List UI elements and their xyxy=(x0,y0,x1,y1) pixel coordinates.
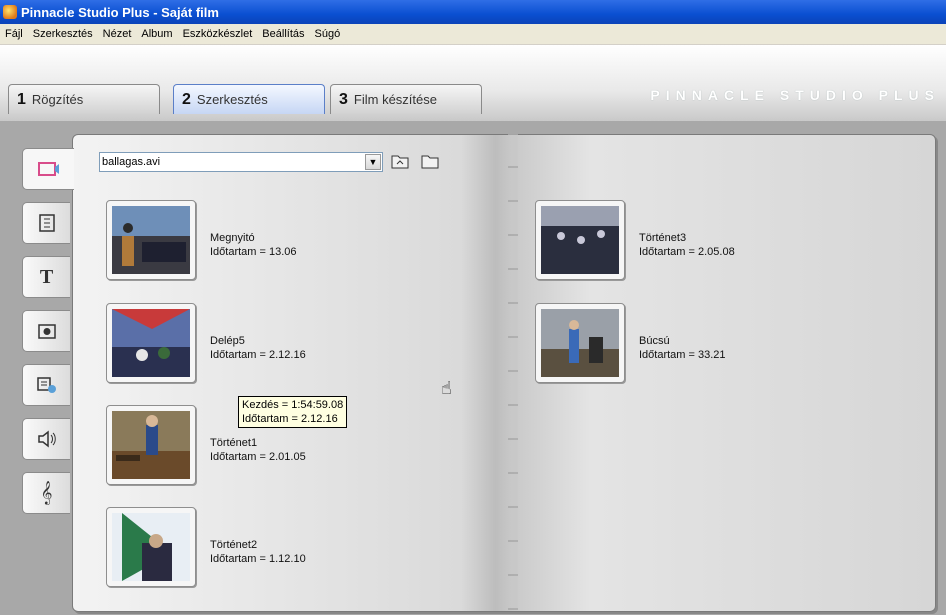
transitions-icon xyxy=(38,214,55,232)
menu-bar: Fájl Szerkesztés Nézet Album Eszközkészl… xyxy=(0,24,946,45)
hand-cursor-icon: ☝ xyxy=(441,378,452,399)
app-icon xyxy=(3,5,17,19)
menu-help[interactable]: Súgó xyxy=(310,28,346,40)
album-spine xyxy=(508,134,518,610)
scene-duration: Időtartam = 33.21 xyxy=(639,349,726,361)
menu-toolbox[interactable]: Eszközkészlet xyxy=(178,28,258,40)
tooltip-duration: Időtartam = 2.12.16 xyxy=(242,413,338,425)
video-scenes-tab[interactable] xyxy=(22,148,74,190)
tab-number: 1 xyxy=(17,90,26,108)
scene-item[interactable]: Történet2 Időtartam = 1.12.10 xyxy=(106,507,366,597)
camera-icon xyxy=(37,324,56,339)
scene-thumbnail xyxy=(535,303,625,383)
scene-duration: Időtartam = 1.12.10 xyxy=(210,553,306,565)
scene-duration: Időtartam = 2.05.08 xyxy=(639,246,735,258)
tab-number: 3 xyxy=(339,90,348,108)
scene-thumbnail xyxy=(106,405,196,485)
window-title: Pinnacle Studio Plus - Saját film xyxy=(21,4,219,20)
scene-thumbnail xyxy=(535,200,625,280)
tab-number: 2 xyxy=(182,90,191,108)
disc-menu-icon xyxy=(36,377,56,393)
scene-title: Delép5 xyxy=(210,335,245,347)
menu-view[interactable]: Nézet xyxy=(98,28,137,40)
titles-tab[interactable]: T xyxy=(22,256,70,298)
scene-thumbnail xyxy=(106,303,196,383)
source-file-select[interactable]: ballagas.avi ▼ xyxy=(99,152,383,172)
scene-title: Történet2 xyxy=(210,539,258,551)
folder-icon xyxy=(421,155,439,169)
scene-title: Megnyitó xyxy=(210,232,255,244)
scene-thumbnail xyxy=(106,200,196,280)
title-bar: Pinnacle Studio Plus - Saját film xyxy=(0,0,946,24)
tab-label: Film készítése xyxy=(353,92,437,107)
scene-item[interactable]: Delép5 Időtartam = 2.12.16 xyxy=(106,303,366,393)
still-images-tab[interactable] xyxy=(22,310,70,352)
scene-duration: Időtartam = 13.06 xyxy=(210,246,297,258)
treble-clef-icon: 𝄞 xyxy=(40,481,53,504)
disc-menus-tab[interactable] xyxy=(22,364,70,406)
menu-album[interactable]: Album xyxy=(136,28,177,40)
menu-edit[interactable]: Szerkesztés xyxy=(28,28,98,40)
tab-label: Szerkesztés xyxy=(196,92,268,107)
brand-logo: PINNACLE STUDIO PLUS xyxy=(650,87,940,103)
folder-up-icon xyxy=(391,155,409,169)
tab-make-movie[interactable]: 3 Film készítése xyxy=(330,84,482,114)
scene-thumbnail xyxy=(106,507,196,587)
tooltip-start: Kezdés = 1:54:59.08 xyxy=(242,399,344,411)
scene-title: Búcsú xyxy=(639,335,670,347)
parent-folder-button[interactable] xyxy=(390,152,410,170)
scene-duration: Időtartam = 2.01.05 xyxy=(210,451,306,463)
scene-tooltip: Kezdés = 1:54:59.08 Időtartam = 2.12.16 xyxy=(238,396,348,428)
scene-item[interactable]: Búcsú Időtartam = 33.21 xyxy=(535,303,795,393)
chevron-down-icon[interactable]: ▼ xyxy=(365,154,381,170)
scene-item[interactable]: Történet3 Időtartam = 2.05.08 xyxy=(535,200,795,290)
tab-edit[interactable]: 2 Szerkesztés xyxy=(173,84,325,114)
scene-item[interactable]: Megnyitó Időtartam = 13.06 xyxy=(106,200,366,290)
scene-title: Történet1 xyxy=(210,437,258,449)
scene-title: Történet3 xyxy=(639,232,687,244)
music-tab[interactable]: 𝄞 xyxy=(22,472,70,514)
scene-duration: Időtartam = 2.12.16 xyxy=(210,349,306,361)
source-file-value: ballagas.avi xyxy=(102,156,161,168)
mode-tab-strip: 1 Rögzítés 2 Szerkesztés 3 Film készítés… xyxy=(0,45,946,121)
open-folder-button[interactable] xyxy=(420,152,440,170)
tab-label: Rögzítés xyxy=(31,92,84,107)
menu-file[interactable]: Fájl xyxy=(0,28,28,40)
video-scenes-icon xyxy=(37,162,59,176)
sound-effects-tab[interactable] xyxy=(22,418,70,460)
speaker-icon xyxy=(37,430,56,448)
titles-icon: T xyxy=(39,265,54,288)
tab-capture[interactable]: 1 Rögzítés xyxy=(8,84,160,114)
transitions-tab[interactable] xyxy=(22,202,70,244)
menu-settings[interactable]: Beállítás xyxy=(257,28,309,40)
